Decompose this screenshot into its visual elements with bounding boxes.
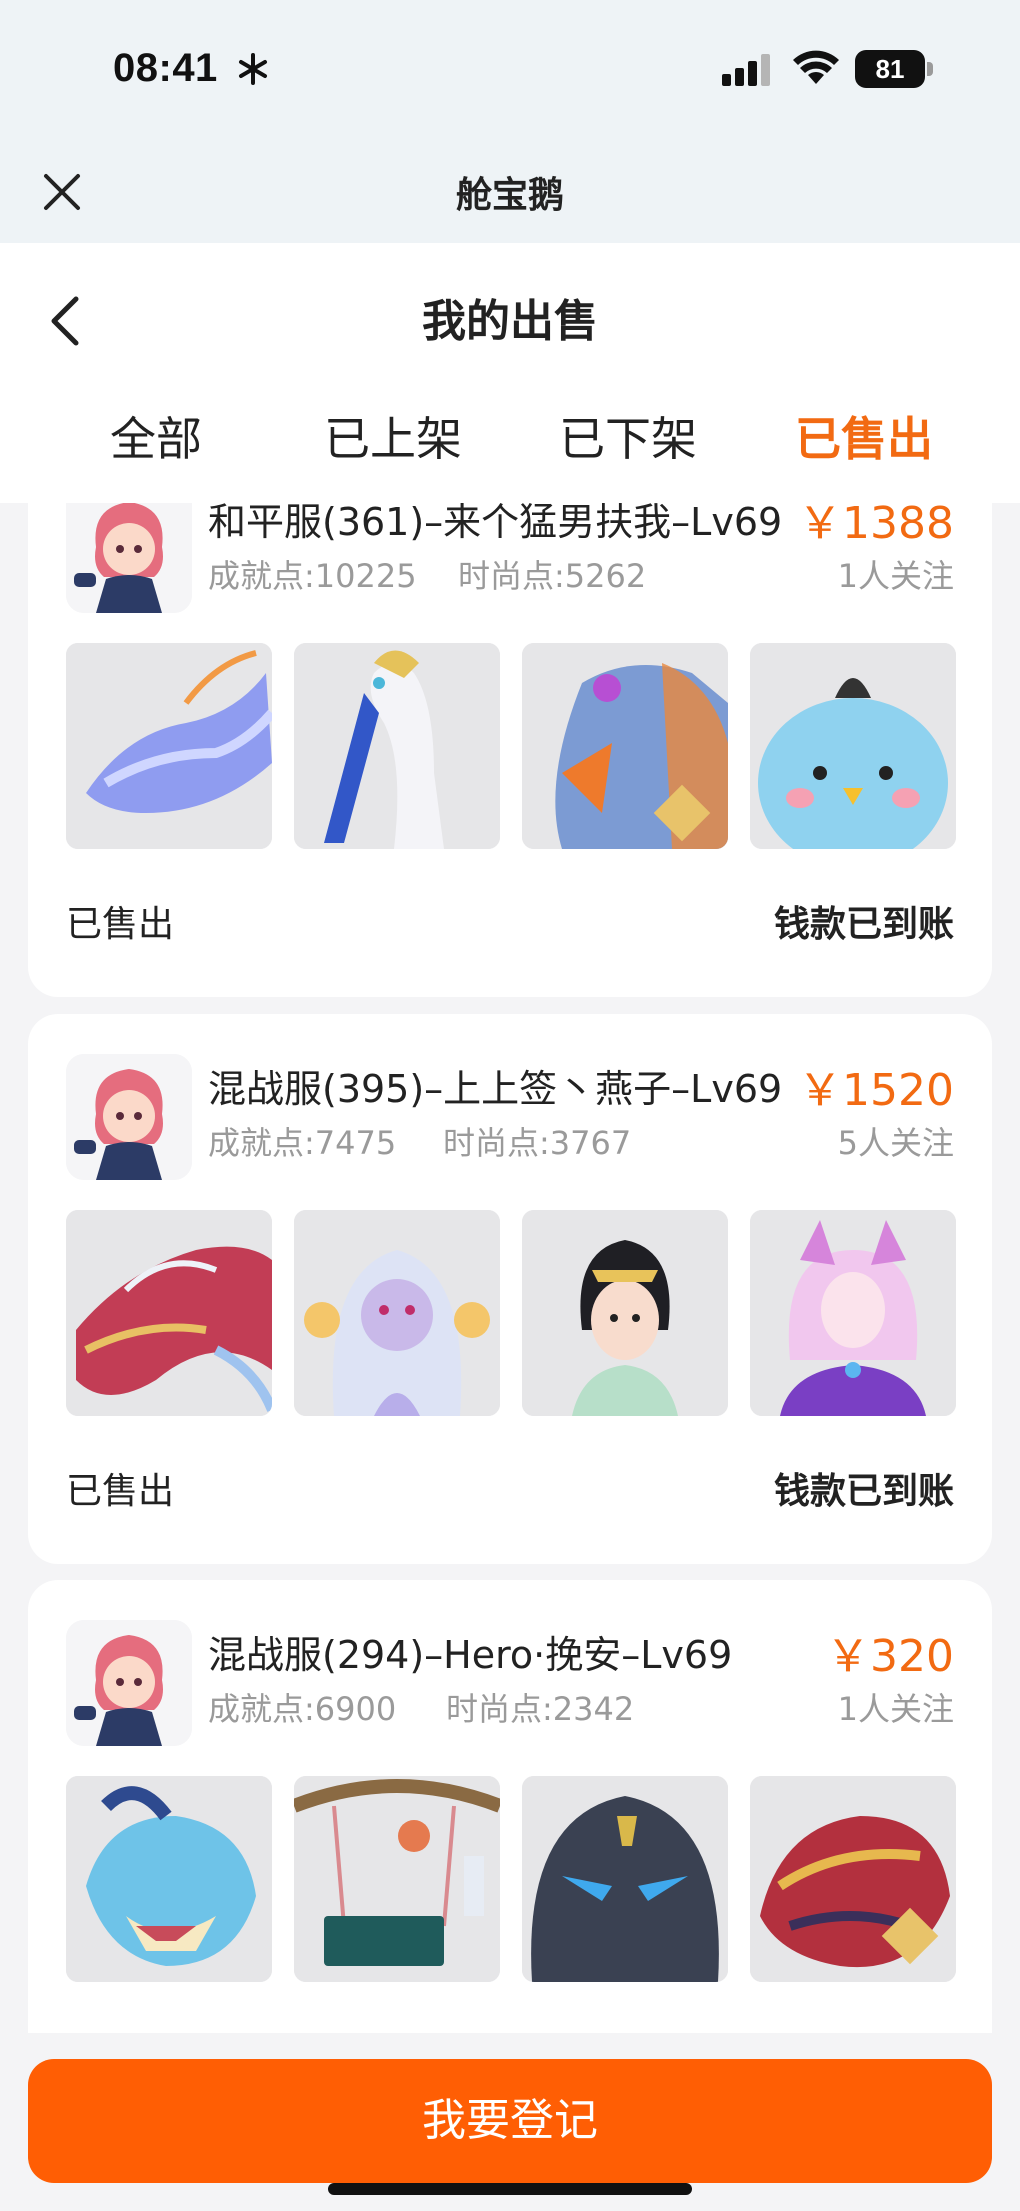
- listing-card[interactable]: 混战服(395)–上上签丶燕子–Lv69 ￥1520 成就点:7475 时尚点:…: [28, 1014, 992, 1564]
- snowflake-icon: [239, 53, 267, 85]
- listing-title: 混战服(294)–Hero·挽安–Lv69: [208, 1633, 733, 1677]
- item-thumbnail[interactable]: [750, 643, 956, 849]
- tab-all[interactable]: 全部: [66, 403, 246, 469]
- fashion-points: 时尚点:5262: [458, 557, 647, 595]
- battery-indicator: 81: [855, 50, 933, 88]
- tab-delisted[interactable]: 已下架: [538, 403, 718, 469]
- item-thumbnail[interactable]: [750, 1210, 956, 1416]
- achievement-points: 成就点:10225: [208, 557, 417, 595]
- page-title: 我的出售: [422, 296, 598, 347]
- fashion-points: 时尚点:3767: [443, 1124, 632, 1162]
- item-thumbnail[interactable]: [522, 643, 728, 849]
- fashion-points: 时尚点:2342: [446, 1690, 635, 1728]
- listing-price: ￥1388: [798, 503, 954, 549]
- achievement-points: 成就点:6900: [208, 1690, 397, 1728]
- follower-count: 1人关注: [837, 1690, 954, 1728]
- item-thumbnail[interactable]: [522, 1210, 728, 1416]
- item-thumbnail[interactable]: [294, 1776, 500, 1982]
- item-thumbnails: [66, 643, 956, 849]
- item-thumbnails: [66, 1776, 956, 1982]
- cellular-signal-icon: [722, 54, 770, 86]
- filter-tabs: 全部 已上架 已下架 已售出: [0, 403, 1020, 473]
- sale-status: 已售出: [66, 1471, 175, 1512]
- payment-status: 钱款已到账: [773, 904, 954, 945]
- item-thumbnail[interactable]: [66, 1776, 272, 1982]
- listing-title: 混战服(395)–上上签丶燕子–Lv69: [208, 1067, 783, 1111]
- character-avatar: [66, 1620, 192, 1746]
- follower-count: 1人关注: [837, 557, 954, 595]
- item-thumbnail[interactable]: [66, 1210, 272, 1416]
- page-header: 我的出售 全部 已上架 已下架 已售出: [0, 243, 1020, 503]
- home-indicator: [328, 2183, 692, 2195]
- achievement-points: 成就点:7475: [208, 1124, 397, 1162]
- character-avatar: [66, 503, 192, 613]
- listing-card[interactable]: 混战服(294)–Hero·挽安–Lv69 ￥320 成就点:6900 时尚点:…: [28, 1580, 992, 2033]
- tab-listed[interactable]: 已上架: [303, 403, 483, 469]
- item-thumbnail[interactable]: [294, 1210, 500, 1416]
- item-thumbnail[interactable]: [522, 1776, 728, 1982]
- payment-status: 钱款已到账: [773, 1471, 954, 1512]
- status-time: 08:41: [113, 46, 218, 90]
- listing-title: 和平服(361)–来个猛男扶我–Lv69: [208, 503, 783, 544]
- item-thumbnail[interactable]: [66, 643, 272, 849]
- follower-count: 5人关注: [837, 1124, 954, 1162]
- register-button[interactable]: 我要登记: [28, 2059, 992, 2183]
- item-thumbnail[interactable]: [750, 1776, 956, 1982]
- character-avatar: [66, 1054, 192, 1180]
- sale-status: 已售出: [66, 904, 175, 945]
- wifi-icon: [793, 50, 839, 84]
- item-thumbnail[interactable]: [294, 643, 500, 849]
- sold-listing-list[interactable]: 和平服(361)–来个猛男扶我–Lv69 ￥1388 成就点:10225 时尚点…: [0, 503, 1020, 2033]
- listing-card[interactable]: 和平服(361)–来个猛男扶我–Lv69 ￥1388 成就点:10225 时尚点…: [28, 503, 992, 997]
- tab-sold[interactable]: 已售出: [774, 403, 954, 469]
- webview-title: 舱宝鹅: [455, 175, 564, 216]
- listing-price: ￥320: [826, 1631, 954, 1682]
- battery-percent: 81: [875, 54, 905, 84]
- listing-price: ￥1520: [798, 1065, 954, 1116]
- item-thumbnails: [66, 1210, 956, 1416]
- status-and-webview-bar: 08:41 81 舱宝鹅: [0, 0, 1020, 243]
